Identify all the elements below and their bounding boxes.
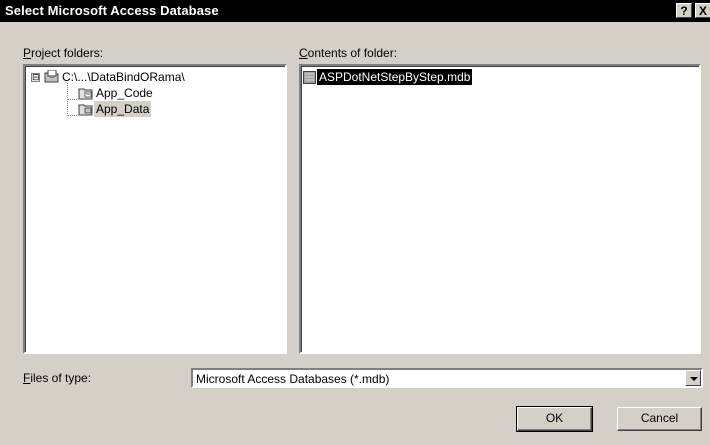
- window-title: Select Microsoft Access Database: [5, 3, 219, 18]
- tree-item-label: App_Data: [94, 101, 152, 117]
- tree-connector: [67, 99, 77, 100]
- file-type-value: Microsoft Access Databases (*.mdb): [196, 372, 390, 386]
- contents-of-folder-label: Contents of folder:: [299, 46, 397, 60]
- files-of-type-label: Files of type:: [23, 371, 91, 385]
- chevron-down-icon[interactable]: [685, 370, 701, 386]
- collapse-icon[interactable]: ⊟: [31, 73, 40, 82]
- tree-item-label: C:\...\DataBindORama\: [62, 70, 185, 84]
- folder-icon: [78, 88, 93, 100]
- help-button[interactable]: ?: [676, 3, 692, 18]
- project-folders-tree[interactable]: ⊟ C:\...\DataBindORama\ App_Code App_Dat…: [23, 64, 287, 354]
- list-item-label: ASPDotNetStepByStep.mdb: [317, 69, 473, 85]
- project-folder-icon: [44, 70, 59, 83]
- select-database-dialog: Select Microsoft Access Database ? X Pro…: [0, 0, 710, 445]
- project-folders-label: Project folders:: [23, 46, 103, 60]
- ok-button[interactable]: OK: [516, 406, 593, 432]
- tree-item-label: App_Code: [96, 86, 153, 100]
- tree-connector: [67, 115, 77, 116]
- label-text: iles of type:: [30, 371, 92, 385]
- accelerator-key: C: [299, 46, 308, 60]
- contents-list[interactable]: ASPDotNetStepByStep.mdb: [299, 64, 701, 354]
- file-type-dropdown[interactable]: Microsoft Access Databases (*.mdb): [191, 368, 703, 388]
- folder-icon: [78, 104, 93, 116]
- label-text: roject folders:: [31, 46, 104, 60]
- label-text: ontents of folder:: [307, 46, 398, 60]
- close-button[interactable]: X: [695, 3, 710, 18]
- database-file-icon: [303, 71, 316, 84]
- title-bar[interactable]: Select Microsoft Access Database ? X: [0, 0, 710, 22]
- cancel-button[interactable]: Cancel: [617, 407, 702, 431]
- accelerator-key: P: [23, 46, 32, 60]
